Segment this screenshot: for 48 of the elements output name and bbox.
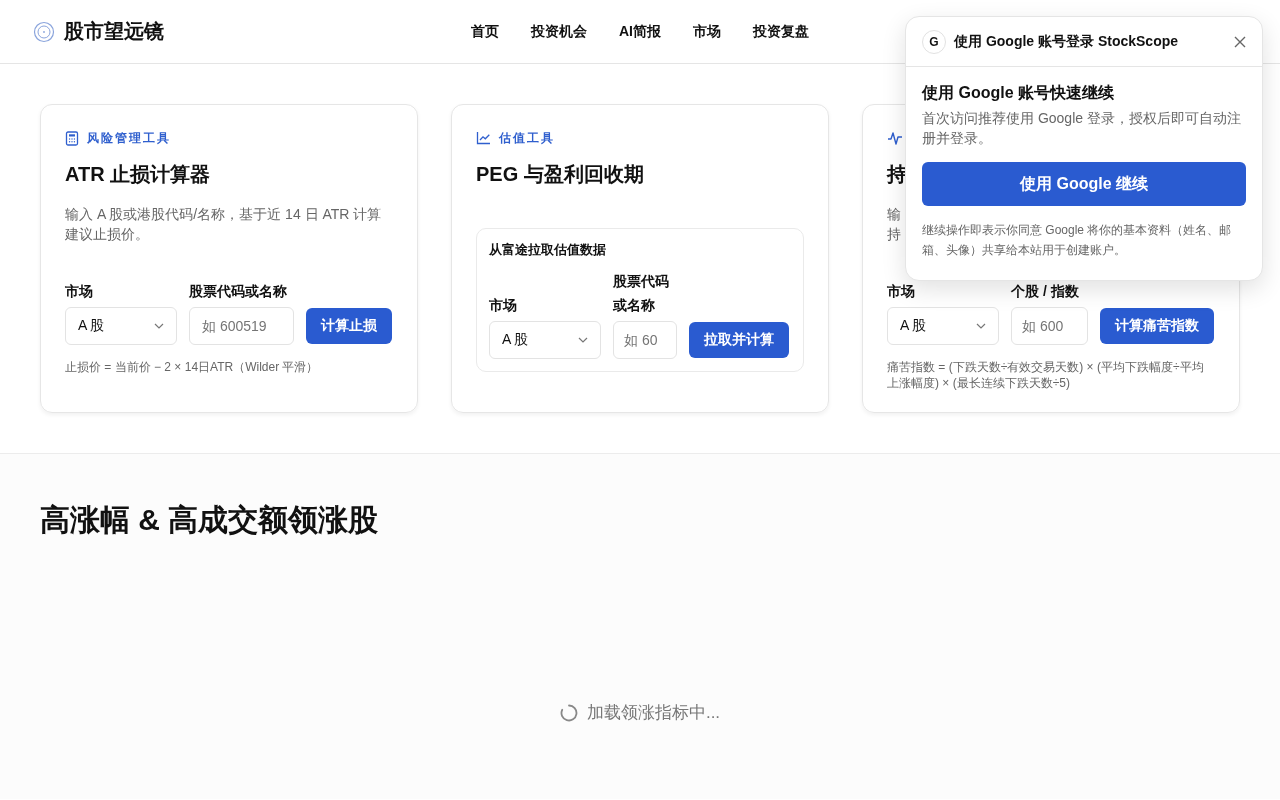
loading-text: 加载领涨指标中... — [586, 702, 721, 724]
nav-link[interactable]: 投资复盘 — [753, 22, 809, 41]
code-input[interactable]: 如 600519 — [189, 307, 294, 345]
category-label: 风险管理工具 — [87, 129, 171, 147]
field-label: 市场 — [489, 296, 518, 315]
field-label: 股票代码或名称 — [189, 282, 288, 301]
chevron-down-icon — [976, 323, 986, 329]
market-select[interactable]: A 股 — [489, 321, 601, 359]
nav-link[interactable]: 市场 — [693, 22, 721, 41]
google-continue-button[interactable]: 使用 Google 继续 — [922, 162, 1246, 206]
field-label: 市场 — [65, 282, 94, 301]
nav-link[interactable]: 首页 — [471, 22, 499, 41]
card-description: 持 — [887, 225, 901, 244]
calculator-icon — [65, 130, 79, 146]
field-label: 个股 / 指数 — [1011, 282, 1080, 301]
card-title: ATR 止损计算器 — [65, 162, 211, 187]
card-title: 持 — [887, 162, 907, 187]
code-input[interactable]: 如 600 — [1011, 307, 1088, 345]
formula-note: 痛苦指数 = (下跌天数÷有效交易天数) × (平均下跌幅度÷平均上涨幅度) × (最长连续下跌天数÷5) — [887, 359, 1205, 391]
field-label: 股票代码或名称 — [613, 272, 670, 315]
submit-button[interactable]: 拉取并计算 — [689, 322, 789, 358]
line-chart-icon — [476, 131, 491, 145]
card-description: 输入 A 股或港股代码/名称，基于近 14 日 ATR 计算建议止损价。 — [65, 205, 383, 244]
submit-button[interactable]: 计算痛苦指数 — [1100, 308, 1214, 344]
popup-title: 使用 Google 账号登录 StockScope — [954, 32, 1180, 51]
nav-link[interactable]: AI简报 — [619, 22, 661, 41]
formula-note: 止损价 = 当前价 − 2 × 14日ATR（Wilder 平滑） — [65, 359, 320, 375]
card-description: 输 — [887, 205, 901, 224]
card-title: PEG 与盈利回收期 — [476, 162, 644, 187]
field-label: 市场 — [887, 282, 916, 301]
category-label: 估值工具 — [499, 129, 555, 147]
submit-button[interactable]: 计算止损 — [306, 308, 392, 344]
panel-title: 从富途拉取估值数据 — [489, 241, 607, 259]
spinner-icon — [559, 703, 578, 722]
section-title: 高涨幅 & 高成交额领涨股 — [40, 502, 380, 538]
close-icon[interactable] — [1234, 35, 1246, 48]
telescope-logo-icon — [33, 20, 55, 43]
chevron-down-icon — [578, 337, 588, 343]
popup-heading: 使用 Google 账号快速继续 — [922, 83, 1115, 103]
chevron-down-icon — [154, 323, 164, 329]
popup-description: 首次访问推荐使用 Google 登录，授权后即可自动注册并登录。 — [922, 109, 1242, 148]
code-input[interactable]: 如 60 — [613, 321, 677, 359]
nav-link[interactable]: 投资机会 — [531, 22, 587, 41]
pulse-icon — [887, 131, 903, 145]
market-select[interactable]: A 股 — [65, 307, 177, 345]
consent-note: 继续操作即表示你同意 Google 将你的基本资料（姓名、邮箱、头像）共享给本站用于创建账户。 — [922, 222, 1233, 259]
market-select[interactable]: A 股 — [887, 307, 999, 345]
site-logo[interactable]: 股市望远镜 — [64, 18, 164, 45]
